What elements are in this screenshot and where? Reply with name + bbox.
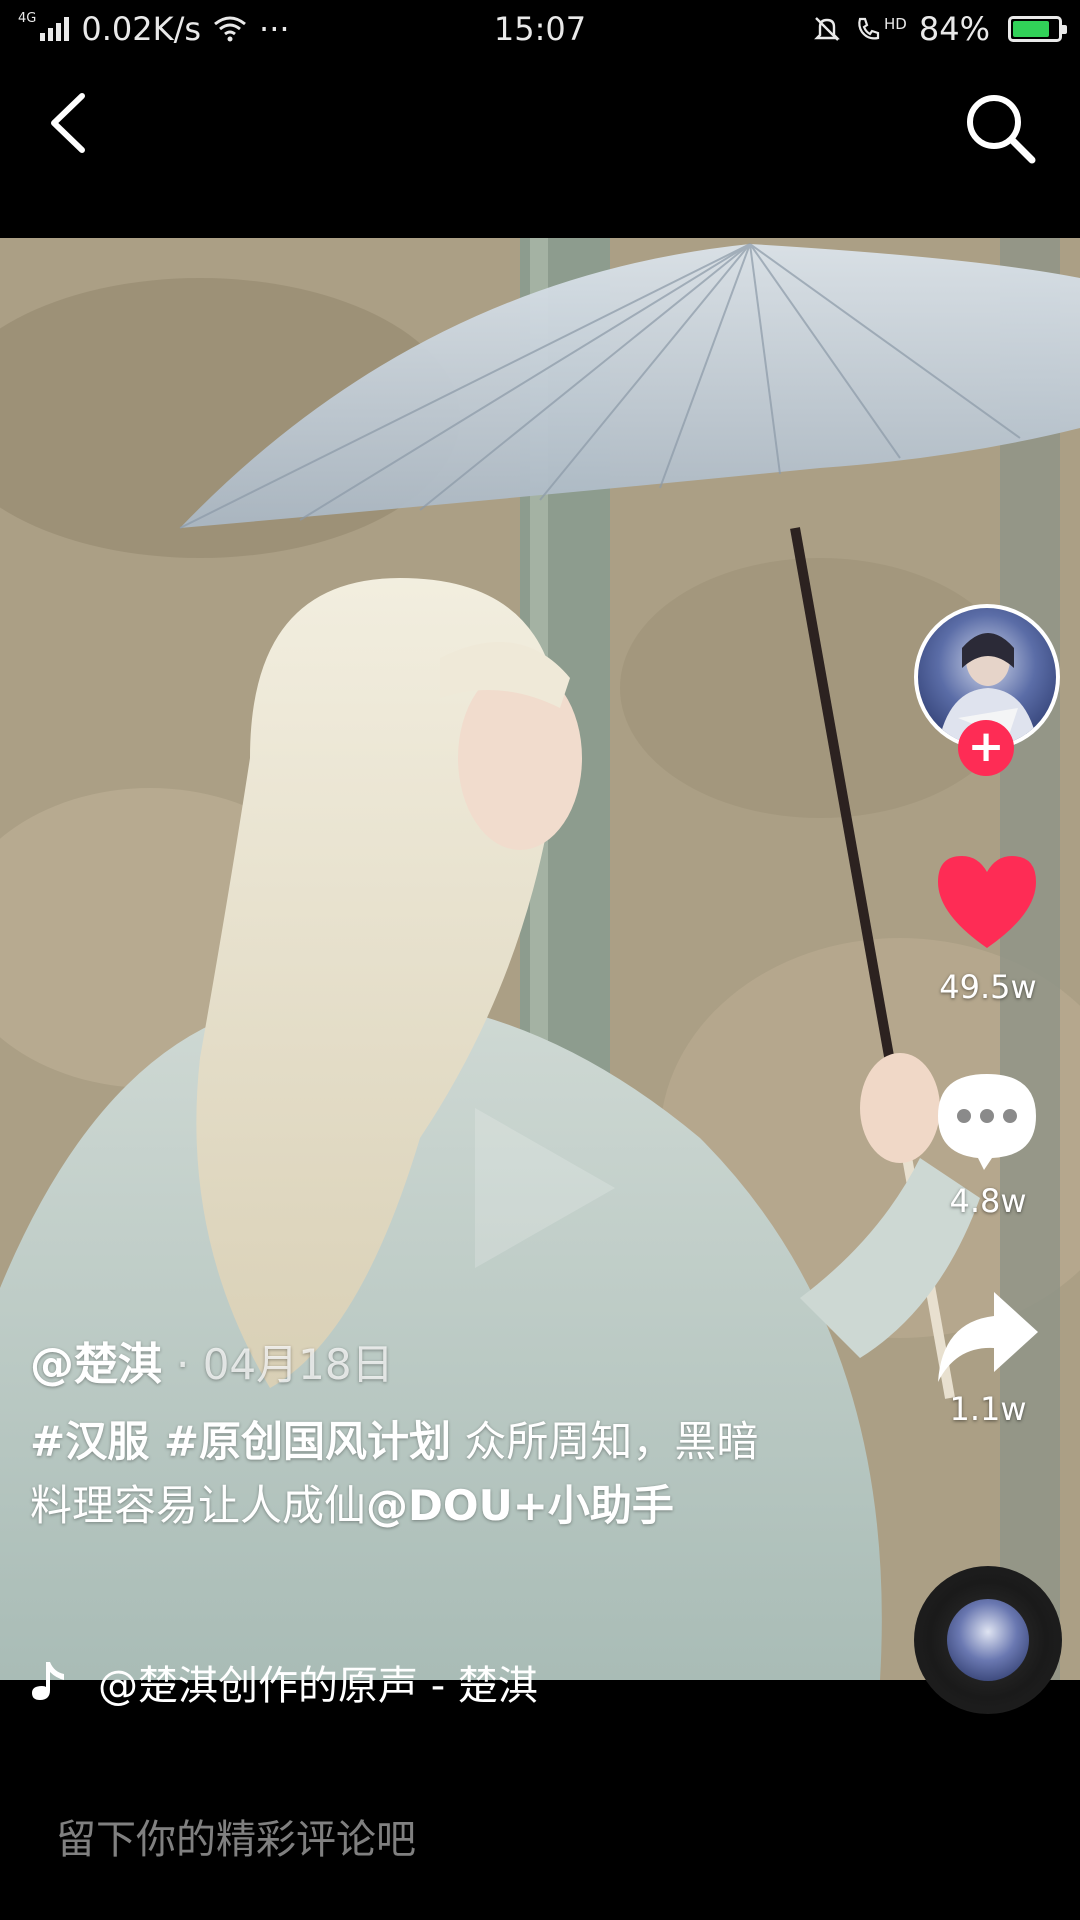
music-note-icon (32, 1662, 64, 1700)
call-icon (858, 17, 880, 40)
battery-icon (1008, 16, 1067, 42)
volte-indicator: HD (854, 15, 907, 43)
comment-bar (0, 1760, 1080, 1920)
clock: 15:07 (493, 10, 587, 48)
more-indicator: ··· (259, 10, 290, 48)
author-name[interactable]: @楚淇 (30, 1328, 162, 1392)
comment-count: 4.8w (949, 1182, 1027, 1220)
play-icon[interactable] (455, 1098, 625, 1278)
mention-link[interactable]: @DOU+小助手 (366, 1481, 674, 1530)
status-bar: 4G 0.02K/s ··· 15:07 HD 84% (0, 0, 1080, 58)
status-left: 4G 0.02K/s ··· (18, 10, 290, 48)
like-count: 49.5w (939, 968, 1037, 1006)
battery-percent: 84% (918, 10, 990, 48)
screen: 4G 0.02K/s ··· 15:07 HD 84% + 49.5w 4.8w… (0, 0, 1080, 1920)
back-button[interactable] (40, 88, 100, 158)
search-button[interactable] (960, 88, 1040, 168)
network-speed: 0.02K/s (81, 10, 202, 48)
share-button[interactable] (932, 1286, 1042, 1386)
music-cover (947, 1599, 1029, 1681)
share-count: 1.1w (949, 1390, 1027, 1428)
network-type: 4G (18, 11, 37, 26)
comment-input[interactable] (56, 1810, 956, 1870)
music-line[interactable]: @楚淇创作的原声 - 楚淇 (30, 1652, 590, 1712)
hashtags[interactable]: #汉服 #原创国风计划 (30, 1417, 451, 1466)
music-disc[interactable] (914, 1566, 1062, 1714)
like-button[interactable] (932, 852, 1042, 952)
comment-button[interactable] (932, 1066, 1042, 1176)
signal-icon (40, 17, 70, 41)
mute-bell-icon (814, 17, 840, 41)
post-date: · 04月18日 (176, 1340, 394, 1389)
status-right: HD 84% (812, 10, 1067, 48)
author-line: @楚淇 · 04月18日 (30, 1328, 770, 1392)
music-title: @楚淇创作的原声 - 楚淇 (98, 1663, 538, 1709)
follow-button[interactable]: + (958, 720, 1014, 776)
hd-label: HD (884, 15, 907, 33)
top-nav (0, 58, 1080, 238)
video-caption: @楚淇 · 04月18日 #汉服 #原创国风计划 众所周知，黑暗料理容易让人成仙… (30, 1328, 770, 1538)
battery-fill (1013, 21, 1050, 37)
wifi-icon (214, 16, 246, 42)
post-text: #汉服 #原创国风计划 众所周知，黑暗料理容易让人成仙@DOU+小助手 (30, 1410, 770, 1538)
